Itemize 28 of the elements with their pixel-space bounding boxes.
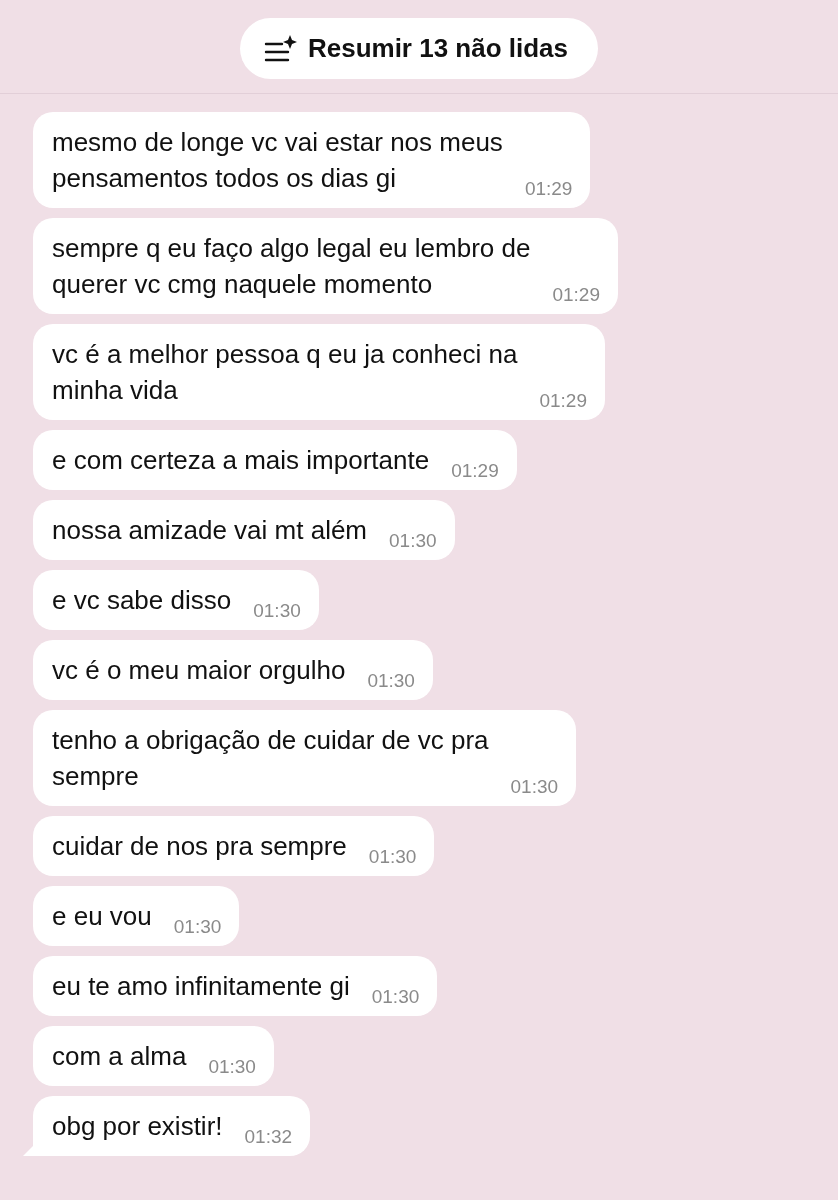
summarize-button[interactable]: Resumir 13 não lidas [239, 18, 599, 79]
message-text: vc é o meu maior orgulho [52, 654, 346, 687]
message-time: 01:30 [367, 671, 415, 691]
message-time: 01:29 [539, 391, 587, 411]
message-text: cuidar de nos pra sempre [52, 830, 347, 863]
message-text: e eu vou [52, 900, 152, 933]
message-text: nossa amizade vai mt além [52, 514, 368, 547]
message-time: 01:29 [451, 461, 499, 481]
message-time: 01:30 [208, 1057, 256, 1077]
message-time: 01:29 [524, 179, 573, 199]
message-text: eu te amo infinitamente gi [52, 970, 350, 1003]
message-time: 01:30 [510, 777, 559, 797]
message-text: e com certeza a mais importante [52, 444, 430, 477]
message-time: 01:30 [173, 917, 222, 937]
message-text: sempre q eu faço algo legal eu lembro de querer vc cmg naquele momento [52, 232, 531, 301]
message-time: 01:30 [371, 987, 420, 1007]
message-time: 01:29 [552, 285, 600, 305]
message-text: tenho a obrigação de cuidar de vc pra sempre [52, 724, 489, 793]
summary-list-icon [263, 33, 298, 64]
message-time: 01:30 [389, 531, 437, 551]
message-time: 01:30 [368, 847, 417, 867]
message-text: obg por existir! [52, 1110, 223, 1143]
message-time: 01:30 [253, 601, 301, 621]
message-text: mesmo de longe vc vai estar nos meus pensamentos todos os dias gi [52, 126, 503, 195]
message-text: e vc sabe disso [52, 584, 232, 617]
message-text: com a alma [52, 1040, 187, 1073]
message-text: vc é a melhor pessoa q eu ja conheci na minha vida [52, 338, 518, 407]
message-time: 01:32 [244, 1127, 293, 1147]
